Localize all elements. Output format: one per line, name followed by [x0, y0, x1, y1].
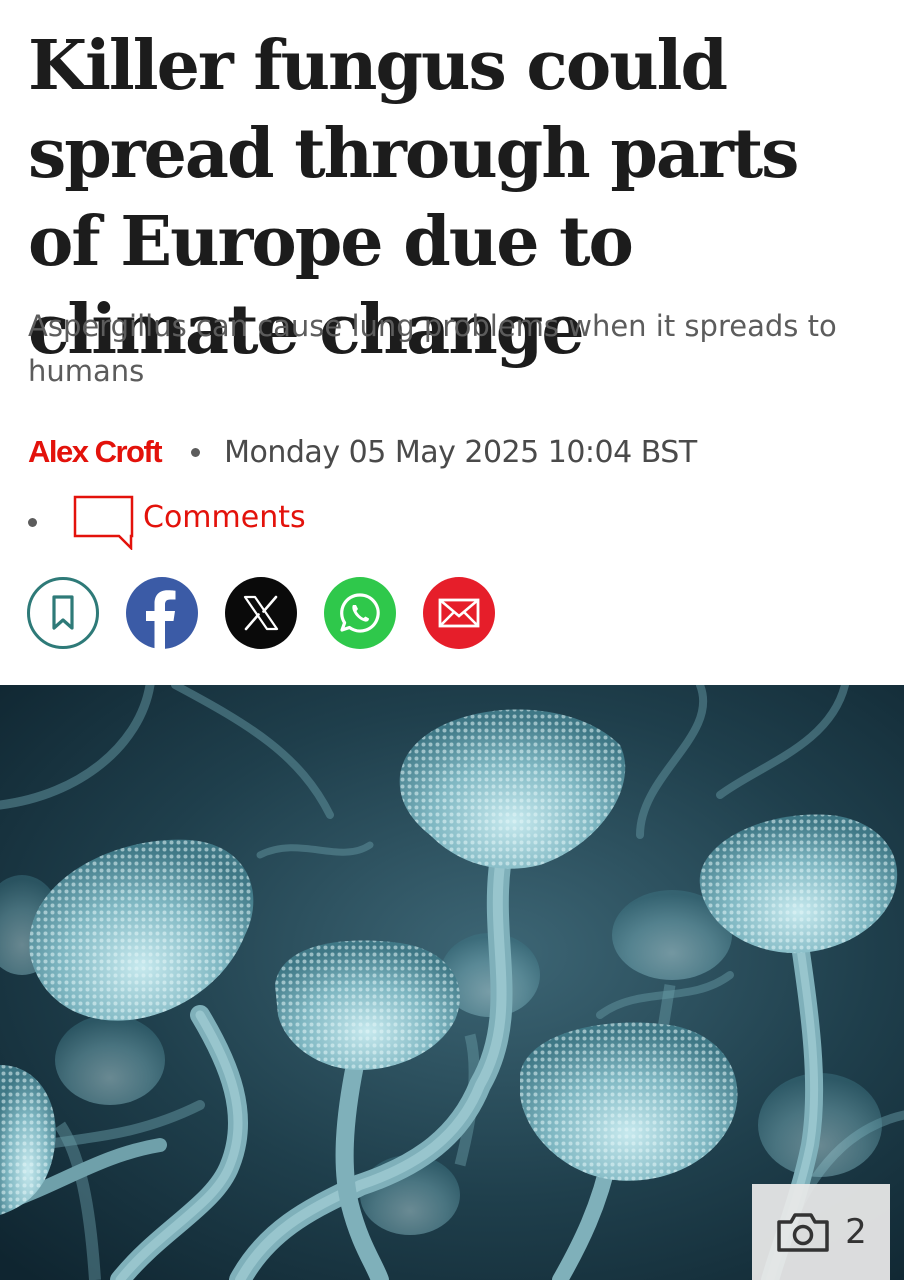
camera-icon	[777, 1213, 829, 1252]
comments-label: Comments	[143, 499, 306, 535]
comment-icon	[73, 495, 134, 550]
facebook-icon	[146, 590, 176, 649]
x-share-button[interactable]	[225, 577, 297, 649]
share-bar	[27, 577, 495, 649]
bookmark-icon	[52, 595, 74, 630]
gallery-button[interactable]: 2	[752, 1184, 890, 1280]
byline: Alex Croft Monday 05 May 2025 10:04 BST	[28, 430, 697, 474]
hero-image[interactable]: 2	[0, 685, 904, 1280]
gallery-count: 2	[845, 1212, 867, 1252]
article-subtitle: Aspergillus can cause lung problems when…	[28, 309, 837, 388]
facebook-share-button[interactable]	[126, 577, 198, 649]
comments-link[interactable]: Comments	[28, 494, 306, 550]
email-icon	[438, 598, 480, 628]
separator-dot	[28, 517, 37, 527]
separator-dot	[191, 447, 201, 457]
whatsapp-icon	[340, 593, 380, 633]
x-icon	[243, 595, 279, 631]
whatsapp-share-button[interactable]	[324, 577, 396, 649]
bookmark-button[interactable]	[27, 577, 99, 649]
author-link[interactable]: Alex Croft	[28, 434, 163, 470]
email-share-button[interactable]	[423, 577, 495, 649]
publish-date: Monday 05 May 2025 10:04 BST	[224, 434, 697, 470]
